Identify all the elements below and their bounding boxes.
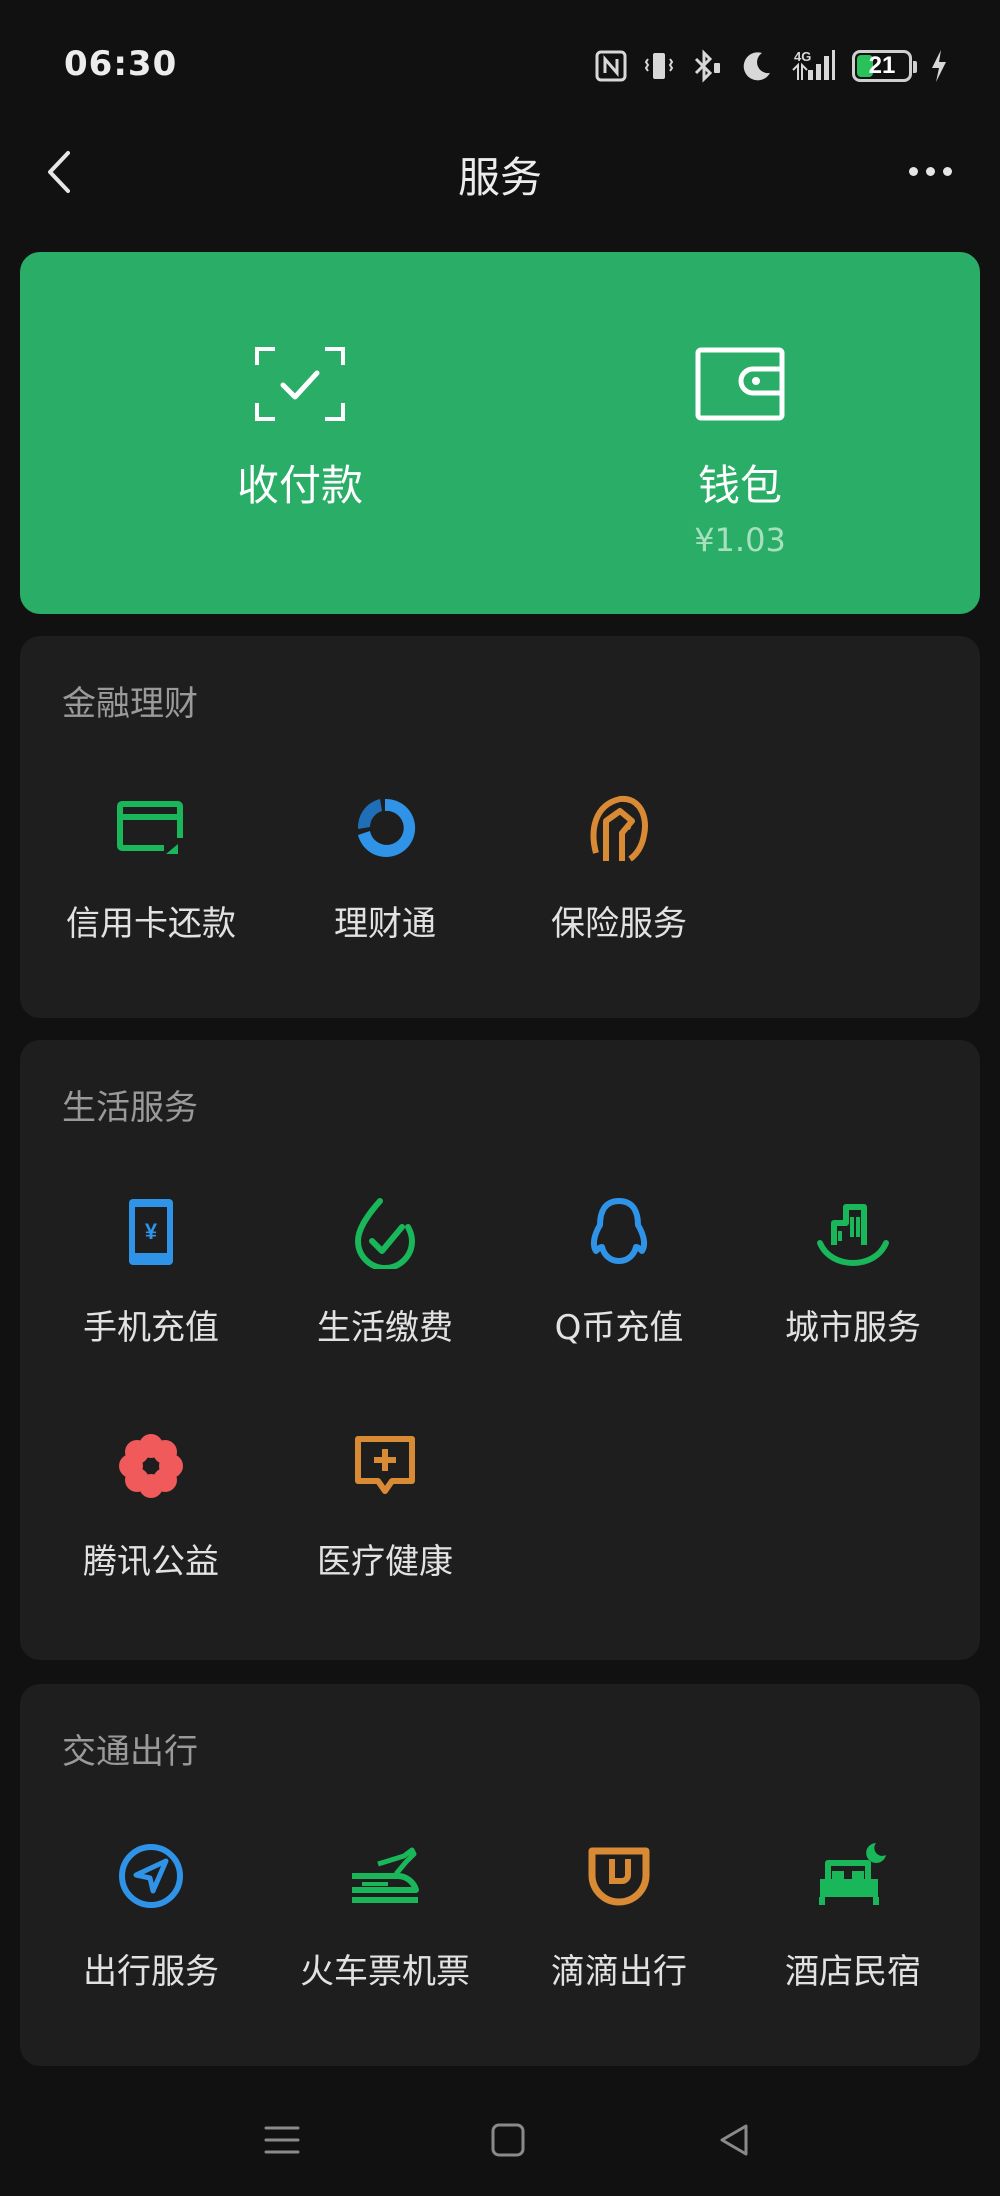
wallet-icon	[692, 344, 788, 424]
bluetooth-icon	[690, 49, 724, 83]
section-finance: 金融理财 信用卡还款 理财通 保险服务	[20, 636, 980, 1018]
back-triangle-icon	[720, 2124, 748, 2156]
battery-level: 21	[868, 52, 896, 79]
pay-label: 收付款	[236, 461, 363, 510]
svg-text:¥: ¥	[145, 1219, 158, 1244]
wealth-button[interactable]: 理财通	[268, 786, 502, 946]
section-life-services: 生活服务 ¥ 手机充值 生活缴费 Q币充值 城市服务 腾讯公益 医疗健康	[20, 1040, 980, 1660]
train-plane-icon	[343, 1834, 427, 1918]
qq-penguin-icon	[577, 1190, 661, 1274]
nfc-icon	[594, 49, 628, 83]
q-coin-recharge-button[interactable]: Q币充值	[502, 1190, 736, 1350]
insurance-button[interactable]: 保险服务	[502, 786, 736, 946]
wallet-balance: ¥1.03	[694, 521, 786, 559]
utility-bill-icon	[343, 1190, 427, 1274]
navigation-compass-icon	[109, 1834, 193, 1918]
section-title: 交通出行	[62, 1732, 198, 1772]
section-title: 生活服务	[62, 1088, 198, 1128]
item-label: 生活缴费	[317, 1308, 453, 1348]
medical-health-button[interactable]: 医疗健康	[268, 1424, 502, 1584]
city-services-button[interactable]: 城市服务	[736, 1190, 970, 1350]
home-square-icon	[491, 2123, 525, 2157]
moon-icon	[740, 49, 774, 83]
item-label: 保险服务	[551, 904, 687, 944]
item-label: 酒店民宿	[785, 1952, 921, 1992]
section-transportation: 交通出行 出行服务 火车票机票 滴滴出行 酒店民宿	[20, 1684, 980, 2066]
item-label: 滴滴出行	[551, 1952, 687, 1992]
signal-icon: 4G	[790, 48, 836, 84]
credit-card-icon	[109, 786, 193, 870]
wallet-label: 钱包	[697, 461, 782, 510]
nav-bar: 服务	[0, 130, 1000, 216]
item-label: Q币充值	[554, 1308, 684, 1348]
section-title: 金融理财	[62, 684, 198, 724]
home-button[interactable]	[478, 2110, 538, 2170]
item-label: 火车票机票	[300, 1952, 470, 1992]
network-type: 4G	[794, 49, 811, 64]
phone-recharge-icon: ¥	[109, 1190, 193, 1274]
didi-icon	[577, 1834, 661, 1918]
item-label: 城市服务	[785, 1308, 921, 1348]
item-label: 出行服务	[83, 1952, 219, 1992]
battery-icon: 21	[852, 50, 917, 82]
vibrate-icon	[644, 49, 674, 83]
phone-recharge-button[interactable]: ¥ 手机充值	[34, 1190, 268, 1350]
status-icons: 4G 21	[594, 44, 950, 88]
utility-bill-button[interactable]: 生活缴费	[268, 1190, 502, 1350]
hotel-homestay-button[interactable]: 酒店民宿	[736, 1834, 970, 1994]
item-label: 医疗健康	[317, 1542, 453, 1582]
charity-flower-icon	[109, 1424, 193, 1508]
credit-card-repay-button[interactable]: 信用卡还款	[34, 786, 268, 946]
wealth-icon	[343, 786, 427, 870]
medical-chat-icon	[343, 1424, 427, 1508]
travel-services-button[interactable]: 出行服务	[34, 1834, 268, 1994]
more-button[interactable]	[890, 146, 970, 196]
insurance-icon	[577, 786, 661, 870]
didi-button[interactable]: 滴滴出行	[502, 1834, 736, 1994]
payment-hero: 收付款 钱包 ¥1.03	[20, 252, 980, 614]
system-back-button[interactable]	[704, 2110, 764, 2170]
train-flight-tickets-button[interactable]: 火车票机票	[268, 1834, 502, 1994]
menu-button[interactable]	[252, 2110, 312, 2170]
item-label: 理财通	[334, 904, 436, 944]
wallet-button[interactable]: 钱包 ¥1.03	[520, 252, 960, 614]
item-label: 信用卡还款	[66, 904, 236, 944]
page-title: 服务	[457, 153, 542, 202]
scan-check-icon	[252, 344, 348, 424]
pay-receive-button[interactable]: 收付款	[80, 252, 520, 614]
status-bar: 06:30 4G 21	[0, 0, 1000, 120]
charging-icon	[928, 48, 950, 84]
item-label: 腾讯公益	[83, 1542, 219, 1582]
tencent-charity-button[interactable]: 腾讯公益	[34, 1424, 268, 1584]
system-nav-bar	[0, 2080, 1000, 2196]
city-icon	[811, 1190, 895, 1274]
item-label: 手机充值	[83, 1308, 219, 1348]
hotel-bed-icon	[811, 1834, 895, 1918]
status-time: 06:30	[64, 44, 178, 84]
menu-icon	[264, 2126, 300, 2154]
more-dots-icon	[908, 166, 918, 176]
